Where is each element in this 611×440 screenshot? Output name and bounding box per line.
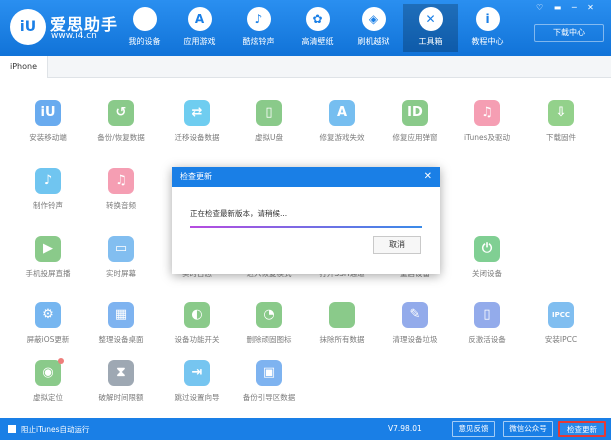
header-bar: iU 爱思助手 www.i4.cn 我的设备 A 应用游戏 ♪ 酷炫铃声 ✿ 高清壁纸 ◈ 刷机… bbox=[0, 0, 611, 56]
update-progress-bar bbox=[190, 226, 422, 228]
app-window: iU 爱思助手 www.i4.cn 我的设备 A 应用游戏 ♪ 酷炫铃声 ✿ 高清壁纸 ◈ 刷机… bbox=[0, 0, 611, 440]
check-update-button[interactable]: 检查更新 bbox=[558, 421, 606, 437]
feedback-button[interactable]: 意见反馈 bbox=[452, 421, 495, 437]
nav-label: 酷炫铃声 bbox=[242, 37, 275, 46]
version-label: V7.98.01 bbox=[388, 424, 422, 433]
app-store-icon: A bbox=[187, 7, 212, 31]
site-url: www.i4.cn bbox=[51, 31, 97, 41]
nav-item-2[interactable]: ♪ 酷炫铃声 bbox=[231, 4, 286, 52]
nav-label: 应用游戏 bbox=[183, 37, 216, 46]
dialog-title: 检查更新 bbox=[180, 172, 212, 181]
box-icon: ◈ bbox=[361, 7, 386, 31]
nav-label: 高清壁纸 bbox=[301, 37, 334, 46]
tools-icon: ✕ bbox=[418, 7, 443, 31]
check-update-dialog: 检查更新 ✕ 正在检查最新版本，请稍候... 取消 bbox=[172, 167, 440, 274]
nav-label: 工具箱 bbox=[418, 37, 443, 46]
window-controls[interactable]: ♡ ▬ ─ ✕ bbox=[536, 3, 598, 12]
nav-item-3[interactable]: ✿ 高清壁纸 bbox=[290, 4, 345, 52]
dialog-message: 正在检查最新版本，请稍候... bbox=[190, 209, 288, 218]
nav-item-0[interactable]: 我的设备 bbox=[117, 4, 172, 52]
device-tab-bar: iPhone bbox=[0, 56, 611, 78]
tab-iphone[interactable]: iPhone bbox=[0, 56, 48, 78]
bell-icon: ♪ bbox=[246, 7, 271, 31]
wechat-button[interactable]: 微信公众号 bbox=[503, 421, 553, 437]
cancel-button[interactable]: 取消 bbox=[373, 236, 421, 254]
flower-icon: ✿ bbox=[305, 7, 330, 31]
close-icon[interactable]: ✕ bbox=[424, 167, 432, 187]
dialog-title-bar: 检查更新 ✕ bbox=[172, 167, 440, 187]
nav-label: 我的设备 bbox=[128, 37, 161, 46]
nav-item-6[interactable]: i 教程中心 bbox=[460, 4, 515, 52]
nav-item-4[interactable]: ◈ 刷机越狱 bbox=[346, 4, 401, 52]
apple-icon bbox=[132, 7, 157, 31]
nav-item-1[interactable]: A 应用游戏 bbox=[172, 4, 227, 52]
download-center-button[interactable]: 下载中心 bbox=[534, 24, 604, 42]
status-bar: 阻止iTunes自动运行 V7.98.01 意见反馈 微信公众号 检查更新 bbox=[0, 418, 611, 440]
block-itunes-checkbox[interactable] bbox=[8, 425, 16, 433]
block-itunes-label: 阻止iTunes自动运行 bbox=[21, 425, 90, 434]
logo-icon: iU bbox=[10, 9, 46, 45]
progress-fill bbox=[190, 226, 422, 228]
nav-label: 教程中心 bbox=[471, 37, 504, 46]
nav-label: 刷机越狱 bbox=[357, 37, 390, 46]
nav-item-5[interactable]: ✕ 工具箱 bbox=[403, 4, 458, 52]
info-icon: i bbox=[475, 7, 500, 31]
